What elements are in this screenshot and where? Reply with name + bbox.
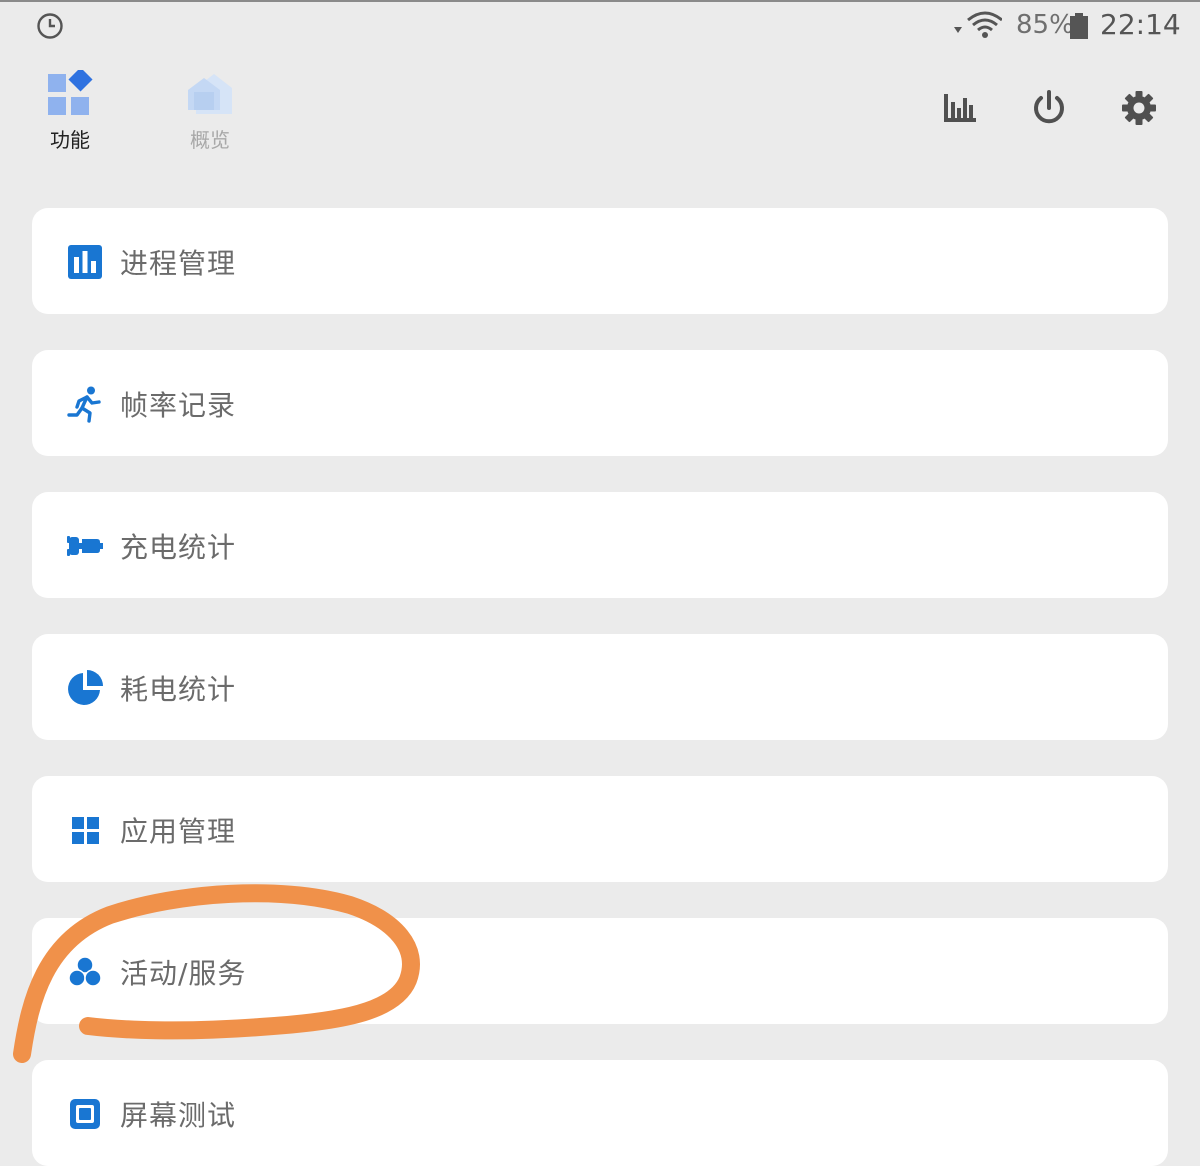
menu-item-label: 应用管理 bbox=[120, 815, 237, 848]
pie-chart-icon bbox=[68, 670, 103, 705]
status-bar: 85% 22:14 bbox=[0, 2, 1200, 48]
wifi-icon bbox=[954, 11, 1002, 38]
running-person-icon bbox=[67, 386, 101, 423]
screen-square-icon bbox=[70, 1099, 100, 1129]
status-time: 22:14 bbox=[1100, 8, 1181, 41]
clock-icon bbox=[37, 13, 63, 39]
menu-item-charging-stats[interactable]: 充电统计 bbox=[32, 492, 1168, 598]
menu-item-label: 屏幕测试 bbox=[120, 1099, 237, 1132]
menu-item-label: 活动/服务 bbox=[120, 957, 247, 990]
menu-item-power-consumption-stats[interactable]: 耗电统计 bbox=[32, 634, 1168, 740]
app-grid-icon bbox=[72, 817, 99, 844]
battery-percent: 85% bbox=[1016, 10, 1074, 40]
menu-item-fps-record[interactable]: 帧率记录 bbox=[32, 350, 1168, 456]
power-icon[interactable] bbox=[1029, 88, 1069, 128]
house-icon bbox=[188, 74, 232, 114]
gear-icon[interactable] bbox=[1119, 88, 1159, 128]
menu-item-process-management[interactable]: 进程管理 bbox=[32, 208, 1168, 314]
menu-item-screen-test[interactable]: 屏幕测试 bbox=[32, 1060, 1168, 1166]
bar-chart-box-icon bbox=[68, 245, 102, 279]
circles-cluster-icon bbox=[68, 956, 102, 987]
tab-overview-label: 概览 bbox=[190, 128, 230, 152]
grid-diamond-icon bbox=[48, 70, 93, 115]
menu-item-app-management[interactable]: 应用管理 bbox=[32, 776, 1168, 882]
menu-item-label: 充电统计 bbox=[120, 531, 237, 564]
tab-functions[interactable]: 功能 bbox=[10, 70, 130, 160]
tab-functions-label: 功能 bbox=[50, 128, 90, 152]
charging-plug-icon bbox=[67, 536, 103, 556]
tab-overview[interactable]: 概览 bbox=[150, 70, 270, 160]
battery-icon bbox=[1070, 13, 1088, 39]
menu-item-label: 耗电统计 bbox=[120, 673, 237, 706]
bar-chart-icon[interactable] bbox=[940, 88, 980, 128]
menu-item-label: 帧率记录 bbox=[120, 389, 237, 422]
menu-item-activities-services[interactable]: 活动/服务 bbox=[32, 918, 1168, 1024]
menu-item-label: 进程管理 bbox=[120, 247, 237, 280]
